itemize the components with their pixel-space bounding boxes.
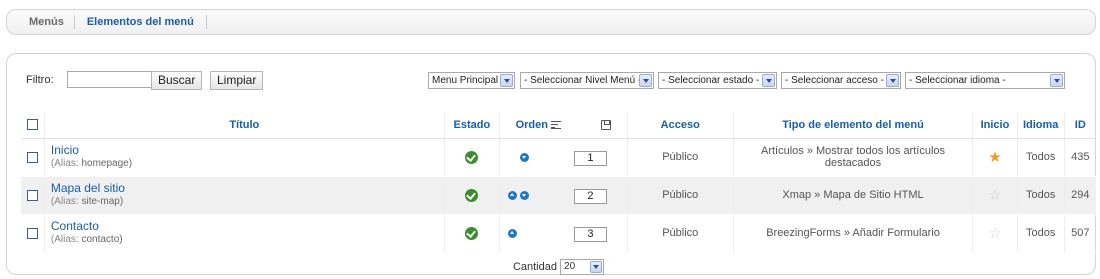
order-input[interactable]: 3 — [573, 226, 607, 242]
chevron-down-icon — [886, 74, 899, 87]
sort-icon — [550, 120, 561, 129]
chevron-down-icon — [500, 74, 513, 87]
chevron-down-icon — [762, 74, 775, 87]
access-select-value: - Seleccionar acceso - — [785, 75, 884, 86]
header-order[interactable]: Orden — [516, 119, 548, 131]
home-star-icon[interactable]: ☆ — [988, 187, 1001, 204]
id-value: 294 — [1064, 176, 1096, 215]
home-star-icon[interactable]: ☆ — [988, 225, 1001, 242]
level-select[interactable]: - Seleccionar Nivel Menú - — [520, 72, 654, 89]
table-row: Inicio (Alias: homepage) 1 Público Artíc… — [21, 138, 1096, 177]
language-value: Todos — [1017, 176, 1065, 215]
item-title-link[interactable]: Contacto — [51, 219, 444, 233]
type-value: Artículos » Mostrar todos los artículos … — [733, 138, 974, 177]
published-icon[interactable] — [465, 226, 479, 240]
order-input[interactable]: 2 — [573, 188, 607, 204]
table-header-row: Título Estado Orden Acceso Tipo de eleme… — [21, 112, 1096, 139]
limit-select[interactable]: 20 — [560, 259, 605, 275]
header-language[interactable]: Idioma — [1017, 112, 1065, 139]
alias-label: (Alias: — [50, 158, 79, 169]
move-up-icon[interactable] — [507, 190, 517, 200]
chevron-down-icon — [639, 74, 652, 87]
tab-menus[interactable]: Menús — [19, 15, 74, 29]
published-icon[interactable] — [465, 150, 479, 164]
type-value: Xmap » Mapa de Sitio HTML — [733, 176, 974, 215]
header-order-cell: Orden — [499, 112, 628, 139]
published-icon[interactable] — [465, 188, 479, 202]
id-value: 507 — [1064, 214, 1096, 253]
alias-value: homepage) — [81, 158, 133, 169]
id-value: 435 — [1064, 138, 1096, 177]
home-star-icon[interactable]: ★ — [988, 149, 1001, 166]
move-down-icon[interactable] — [519, 190, 529, 200]
chevron-down-icon — [590, 261, 603, 273]
language-value: Todos — [1017, 138, 1065, 177]
filter-bar: Filtro: Buscar Limpiar Menu Principal - … — [21, 69, 1081, 93]
alias-value: contacto) — [81, 234, 123, 245]
filter-label: Filtro: — [26, 74, 54, 86]
table-row: Contacto (Alias: contacto) 3 Público Bre… — [21, 214, 1096, 253]
limit-select-value: 20 — [564, 261, 576, 272]
access-value: Público — [627, 138, 734, 177]
header-access[interactable]: Acceso — [627, 112, 734, 139]
alias-label: (Alias: — [50, 196, 79, 207]
access-value: Público — [627, 176, 734, 215]
item-alias: (Alias: homepage) — [51, 157, 444, 171]
item-title-link[interactable]: Mapa del sitio — [51, 181, 444, 195]
search-input[interactable] — [67, 71, 159, 88]
alias-value: site-map) — [81, 196, 124, 207]
header-home[interactable]: Inicio — [972, 112, 1018, 139]
header-id[interactable]: ID — [1064, 112, 1096, 139]
item-alias: (Alias: contacto) — [51, 233, 444, 247]
state-select[interactable]: - Seleccionar estado - — [658, 72, 777, 89]
language-value: Todos — [1017, 214, 1065, 253]
state-select-value: - Seleccionar estado - — [662, 75, 760, 86]
tab-menu-items[interactable]: Elementos del menú — [73, 15, 207, 29]
row-checkbox[interactable] — [26, 227, 38, 239]
header-state[interactable]: Estado — [444, 112, 500, 139]
language-select-value: - Seleccionar idioma - — [909, 75, 1006, 86]
submenu-bar: Menús Elementos del menú — [6, 9, 1096, 35]
row-checkbox[interactable] — [26, 189, 38, 201]
language-select[interactable]: - Seleccionar idioma - — [905, 72, 1065, 89]
save-order-icon[interactable] — [600, 119, 611, 130]
menu-items-table: Título Estado Orden Acceso Tipo de eleme… — [21, 112, 1096, 253]
pagination-footer: Cantidad 20 — [21, 259, 1096, 279]
item-alias: (Alias: site-map) — [51, 195, 444, 209]
select-all-checkbox[interactable] — [26, 119, 38, 131]
item-title-link[interactable]: Inicio — [51, 143, 444, 157]
menu-select-value: Menu Principal — [432, 75, 499, 86]
row-checkbox[interactable] — [26, 151, 38, 163]
type-value: BreezingForms » Añadir Formulario — [733, 214, 974, 253]
access-value: Público — [627, 214, 734, 253]
alias-label: (Alias: — [50, 234, 79, 245]
select-all-checkbox-cell — [21, 112, 45, 139]
order-input[interactable]: 1 — [573, 150, 607, 166]
table-row: Mapa del sitio (Alias: site-map) 2 Públi… — [21, 176, 1096, 215]
access-select[interactable]: - Seleccionar acceso - — [781, 72, 901, 89]
menu-select[interactable]: Menu Principal — [428, 72, 515, 89]
limit-label: Cantidad — [512, 261, 557, 273]
clear-button[interactable]: Limpiar — [210, 71, 264, 90]
main-panel: Filtro: Buscar Limpiar Menu Principal - … — [6, 53, 1096, 275]
chevron-down-icon — [1050, 74, 1063, 87]
move-up-icon[interactable] — [507, 228, 517, 238]
level-select-value: - Seleccionar Nivel Menú - — [524, 75, 642, 86]
header-title[interactable]: Título — [44, 112, 445, 139]
search-button[interactable]: Buscar — [151, 71, 203, 90]
move-down-icon[interactable] — [519, 152, 529, 162]
header-type[interactable]: Tipo de elemento del menú — [733, 112, 974, 139]
